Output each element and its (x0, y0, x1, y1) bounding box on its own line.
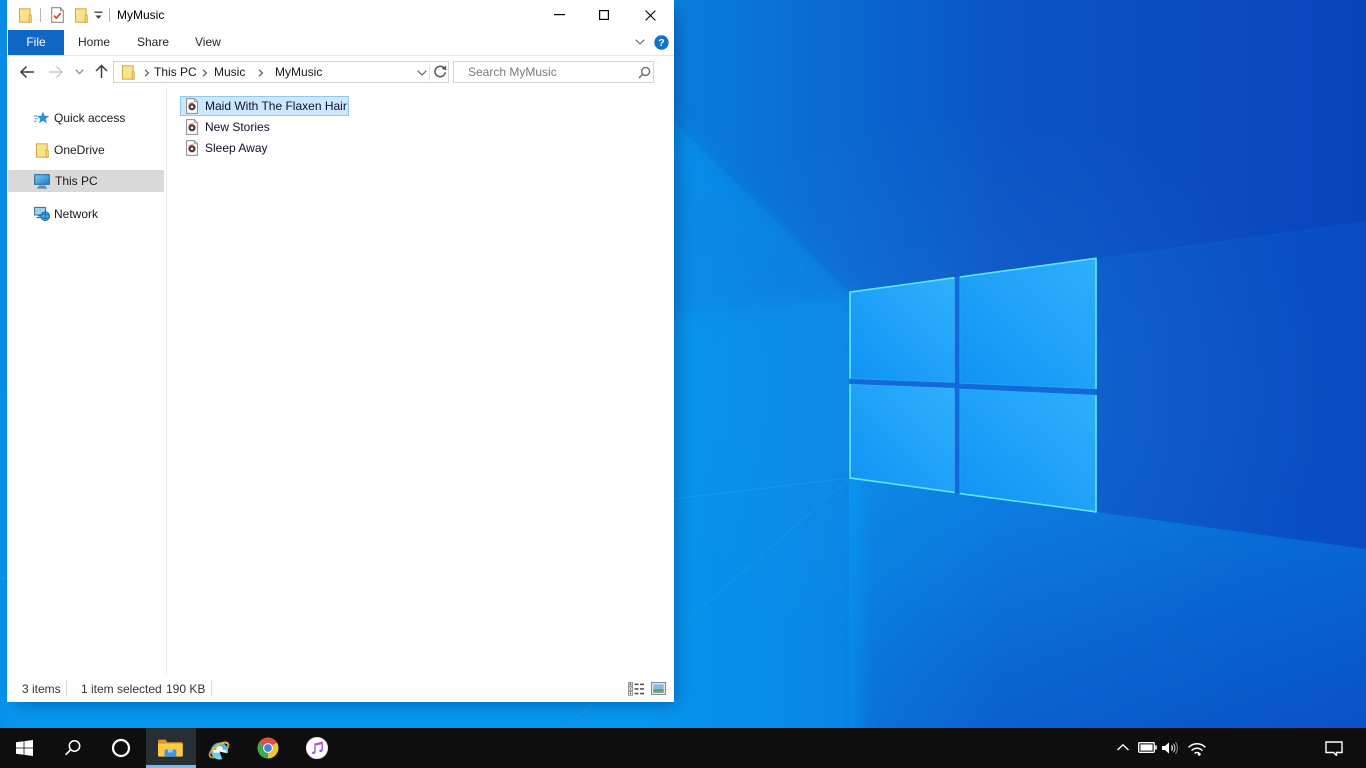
svg-text:?: ? (658, 37, 664, 49)
